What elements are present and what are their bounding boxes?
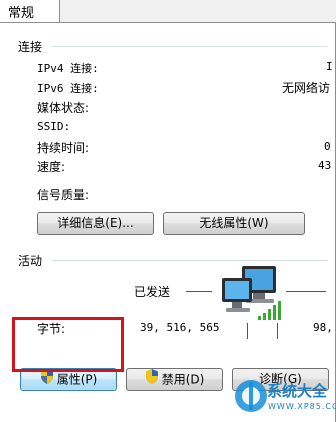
watermark-logo-icon — [233, 378, 269, 417]
bytes-received-value: 98, — [313, 321, 333, 334]
ipv6-label: IPv6 连接: — [37, 82, 99, 95]
ipv4-value: I — [326, 60, 333, 73]
connection-group-title: 连接 — [18, 40, 43, 54]
uac-shield-icon — [145, 369, 159, 390]
media-state-label: 媒体状态: — [37, 101, 90, 115]
connection-group-divider — [52, 46, 328, 47]
network-computers-icon — [220, 264, 284, 325]
watermark-url: WWW.XP85.COM — [268, 402, 336, 411]
received-dash — [286, 291, 326, 292]
disable-button-label: 禁用(D) — [161, 372, 205, 387]
speed-label: 速度: — [37, 160, 66, 174]
uac-shield-icon — [40, 369, 54, 390]
duration-label: 持续时间: — [37, 141, 90, 155]
tab-general-label: 常规 — [8, 6, 35, 21]
sent-label: 已发送 — [134, 285, 171, 299]
properties-button-label: 属性(P) — [56, 372, 98, 387]
bytes-sent-value: 39, 516, 565 — [140, 321, 220, 334]
activity-divider-right — [277, 323, 278, 339]
activity-divider-left — [247, 323, 248, 339]
activity-group-divider — [52, 260, 328, 261]
ipv6-value: 无网络访 — [282, 81, 331, 95]
activity-group-title: 活动 — [18, 254, 43, 268]
speed-value: 43 — [318, 159, 332, 172]
watermark-text: 系统大全 — [267, 382, 328, 400]
disable-button[interactable]: 禁用(D) — [126, 368, 223, 391]
wireless-properties-button[interactable]: 无线属性(W) — [163, 212, 305, 235]
signal-quality-label: 信号质量: — [37, 188, 90, 202]
sent-dash — [186, 291, 212, 292]
duration-value: 0 — [324, 140, 331, 153]
wireless-properties-button-label: 无线属性(W) — [199, 216, 269, 230]
details-button[interactable]: 详细信息(E)... — [37, 212, 154, 235]
ssid-label: SSID: — [37, 120, 71, 133]
highlight-box — [12, 317, 124, 372]
tab-bar: 常规 — [0, 0, 336, 25]
ipv4-label: IPv4 连接: — [37, 62, 99, 75]
details-button-label: 详细信息(E)... — [57, 216, 134, 230]
